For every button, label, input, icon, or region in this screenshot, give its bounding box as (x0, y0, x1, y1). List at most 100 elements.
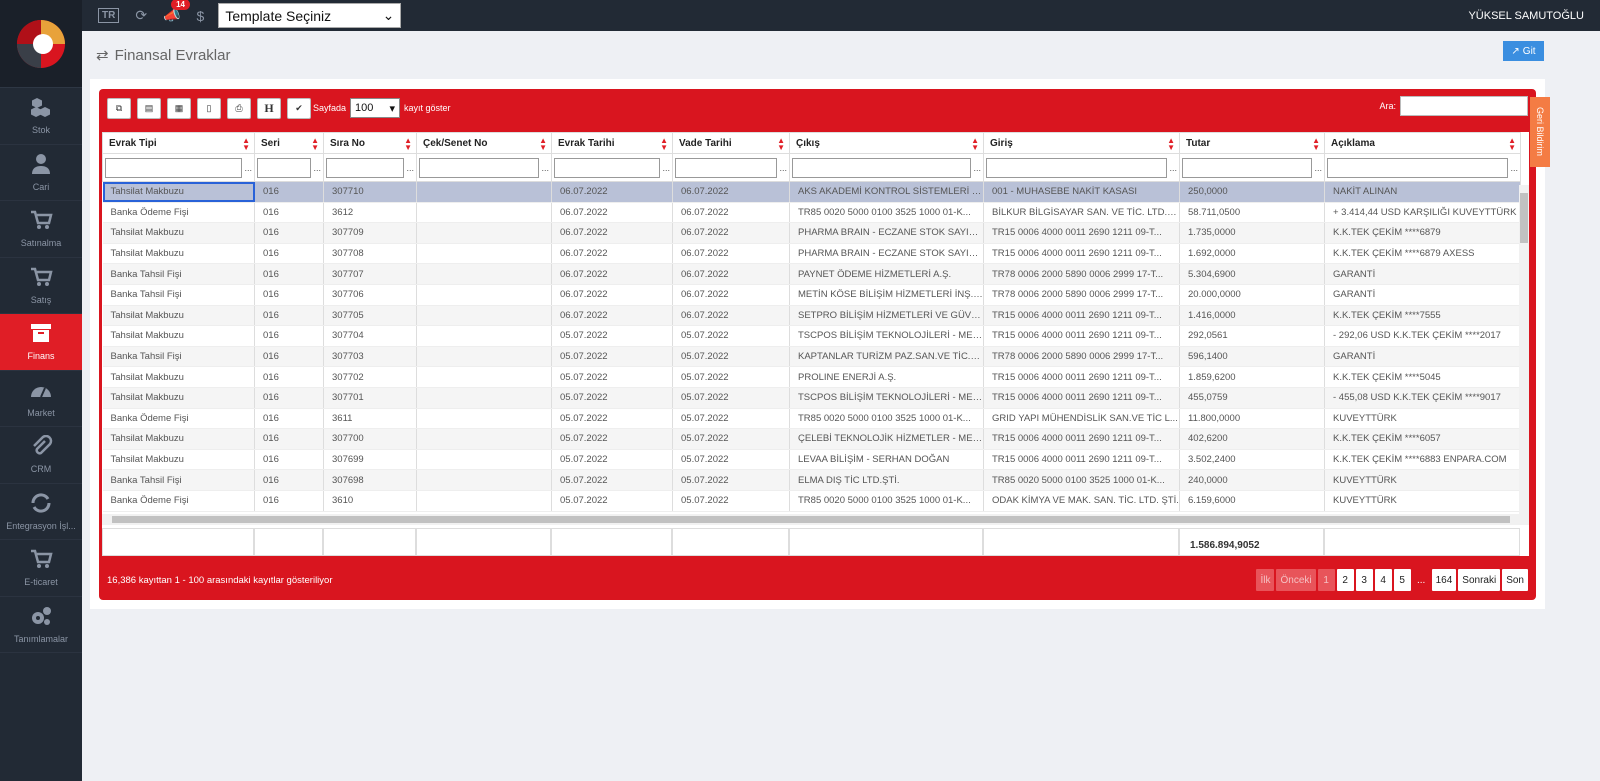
refresh-icon[interactable]: ⟳ (135, 7, 147, 24)
table-cell[interactable]: TR15 0006 4000 0011 2690 1211 09-T... (983, 243, 1180, 265)
scrollbar-thumb[interactable] (112, 516, 1510, 523)
filter-options-icon[interactable]: ... (541, 163, 549, 173)
table-cell[interactable] (416, 387, 552, 409)
sidebar-item-stok[interactable]: Stok (0, 88, 82, 145)
table-cell[interactable]: 307706 (323, 284, 417, 306)
sort-icon[interactable]: ▲ ▼ (1167, 137, 1175, 152)
sidebar-item-crm[interactable]: CRM (0, 427, 82, 484)
table-cell[interactable]: 307707 (323, 263, 417, 285)
page-button[interactable]: 3 (1355, 569, 1373, 591)
table-cell[interactable]: 001 - MUHASEBE NAKİT KASASI (983, 181, 1180, 203)
table-cell[interactable]: 05.07.2022 (672, 346, 790, 368)
table-cell[interactable]: 596,1400 (1179, 346, 1325, 368)
table-cell[interactable] (416, 428, 552, 450)
scrollbar-thumb[interactable] (1520, 193, 1528, 243)
table-cell[interactable]: 307701 (323, 387, 417, 409)
csv-icon[interactable]: ▤ (137, 97, 161, 119)
table-cell[interactable]: 240,0000 (1179, 469, 1325, 491)
table-cell[interactable]: 06.07.2022 (551, 305, 673, 327)
table-cell[interactable]: Tahsilat Makbuzu (102, 366, 255, 388)
sidebar-item-finans[interactable]: Finans (0, 314, 82, 371)
table-cell[interactable]: ODAK KİMYA VE MAK. SAN. TİC. LTD. ŞTİ. (983, 490, 1180, 512)
sidebar-item-cari[interactable]: Cari (0, 145, 82, 201)
table-cell[interactable]: 05.07.2022 (551, 387, 673, 409)
table-cell[interactable]: ÇELEBİ TEKNOLOJİK HİZMETLER - MEH... (789, 428, 984, 450)
table-cell[interactable]: 06.07.2022 (672, 263, 790, 285)
table-cell[interactable]: SETPRO BİLİŞİM HİZMETLERİ VE GÜVE... (789, 305, 984, 327)
table-cell[interactable]: KUVEYTTÜRK (1324, 408, 1521, 430)
table-cell[interactable]: 06.07.2022 (551, 202, 673, 224)
column-header[interactable]: Giriş ▲ ▼ (983, 132, 1180, 154)
table-cell[interactable]: 016 (254, 222, 324, 244)
table-row[interactable]: Tahsilat Makbuzu 016 307700 05.07.2022 05.07… (102, 428, 1521, 450)
table-cell[interactable]: Banka Ödeme Fişi (102, 408, 255, 430)
megaphone-icon[interactable]: 📣 14 (163, 0, 190, 24)
table-cell[interactable]: 05.07.2022 (672, 449, 790, 471)
sort-icon[interactable]: ▲ ▼ (660, 137, 668, 152)
table-cell[interactable]: 3611 (323, 408, 417, 430)
table-cell[interactable]: 016 (254, 469, 324, 491)
table-cell[interactable]: TR15 0006 4000 0011 2690 1211 09-T... (983, 449, 1180, 471)
table-cell[interactable]: 016 (254, 449, 324, 471)
feedback-tab[interactable]: Geri Bildirim (1530, 97, 1550, 167)
app-logo[interactable] (0, 0, 82, 88)
table-cell[interactable]: 05.07.2022 (672, 428, 790, 450)
column-filter-input[interactable] (675, 157, 778, 178)
column-filter-input[interactable] (257, 157, 312, 178)
table-cell[interactable]: 016 (254, 181, 324, 203)
print-icon[interactable]: ⎙ (227, 97, 251, 119)
excel-icon[interactable]: ▦ (167, 97, 191, 119)
table-cell[interactable]: 1.692,0000 (1179, 243, 1325, 265)
table-cell[interactable] (416, 284, 552, 306)
table-cell[interactable]: TSCPOS BİLİŞİM TEKNOLOJİLERİ - MEH... (789, 325, 984, 347)
table-cell[interactable]: 016 (254, 366, 324, 388)
table-row[interactable]: Tahsilat Makbuzu 016 307704 05.07.2022 05.07… (102, 325, 1521, 347)
table-cell[interactable]: TR15 0006 4000 0011 2690 1211 09-T... (983, 222, 1180, 244)
page-button[interactable]: 5 (1393, 569, 1411, 591)
vertical-scrollbar[interactable] (1519, 185, 1529, 514)
table-cell[interactable]: TR15 0006 4000 0011 2690 1211 09-T... (983, 366, 1180, 388)
table-cell[interactable]: 06.07.2022 (551, 284, 673, 306)
table-cell[interactable]: 6.159,6000 (1179, 490, 1325, 512)
table-cell[interactable]: 402,6200 (1179, 428, 1325, 450)
table-cell[interactable] (416, 366, 552, 388)
table-cell[interactable]: GARANTİ (1324, 284, 1521, 306)
table-cell[interactable]: K.K.TEK ÇEKİM ****6057 (1324, 428, 1521, 450)
table-cell[interactable]: 307700 (323, 428, 417, 450)
table-cell[interactable]: Tahsilat Makbuzu (102, 449, 255, 471)
table-cell[interactable]: K.K.TEK ÇEKİM ****6879 AXESS (1324, 243, 1521, 265)
table-cell[interactable]: GRID YAPI MÜHENDİSLİK SAN.VE TİC L... (983, 408, 1180, 430)
h-button[interactable]: H (257, 97, 281, 119)
table-cell[interactable]: 455,0759 (1179, 387, 1325, 409)
table-cell[interactable]: 016 (254, 387, 324, 409)
column-filter-input[interactable] (554, 157, 661, 178)
table-cell[interactable]: 1.859,6200 (1179, 366, 1325, 388)
table-cell[interactable] (416, 490, 552, 512)
sort-icon[interactable]: ▲ ▼ (404, 137, 412, 152)
sort-icon[interactable]: ▲ ▼ (311, 137, 319, 152)
column-header[interactable]: Evrak Tipi ▲ ▼ (102, 132, 255, 154)
copy-icon[interactable]: ⧉ (107, 97, 131, 119)
column-header[interactable]: Seri ▲ ▼ (254, 132, 324, 154)
sidebar-item-tanımlamalar[interactable]: Tanımlamalar (0, 597, 82, 653)
table-cell[interactable]: 06.07.2022 (672, 202, 790, 224)
table-cell[interactable]: Banka Tahsil Fişi (102, 284, 255, 306)
column-filter-input[interactable] (419, 157, 540, 178)
table-row[interactable]: Banka Tahsil Fişi 016 307703 05.07.2022 05.0… (102, 346, 1521, 368)
column-header[interactable]: Sıra No ▲ ▼ (323, 132, 417, 154)
currency-icon[interactable]: $ (197, 8, 205, 24)
table-cell[interactable]: 06.07.2022 (672, 222, 790, 244)
table-cell[interactable] (416, 243, 552, 265)
sort-icon[interactable]: ▲ ▼ (971, 137, 979, 152)
table-cell[interactable]: 20.000,0000 (1179, 284, 1325, 306)
page-button[interactable]: 2 (1336, 569, 1354, 591)
table-cell[interactable]: LEVAA BİLİŞİM - SERHAN DOĞAN (789, 449, 984, 471)
sort-icon[interactable]: ▲ ▼ (1508, 137, 1516, 152)
template-select[interactable]: Template Seçiniz ⌄ (218, 3, 402, 28)
table-cell[interactable]: 3612 (323, 202, 417, 224)
table-cell[interactable]: Tahsilat Makbuzu (102, 243, 255, 265)
column-filter-input[interactable] (1182, 157, 1313, 178)
table-cell[interactable] (416, 263, 552, 285)
table-cell[interactable]: 016 (254, 346, 324, 368)
language-toggle[interactable]: TR (98, 8, 120, 23)
